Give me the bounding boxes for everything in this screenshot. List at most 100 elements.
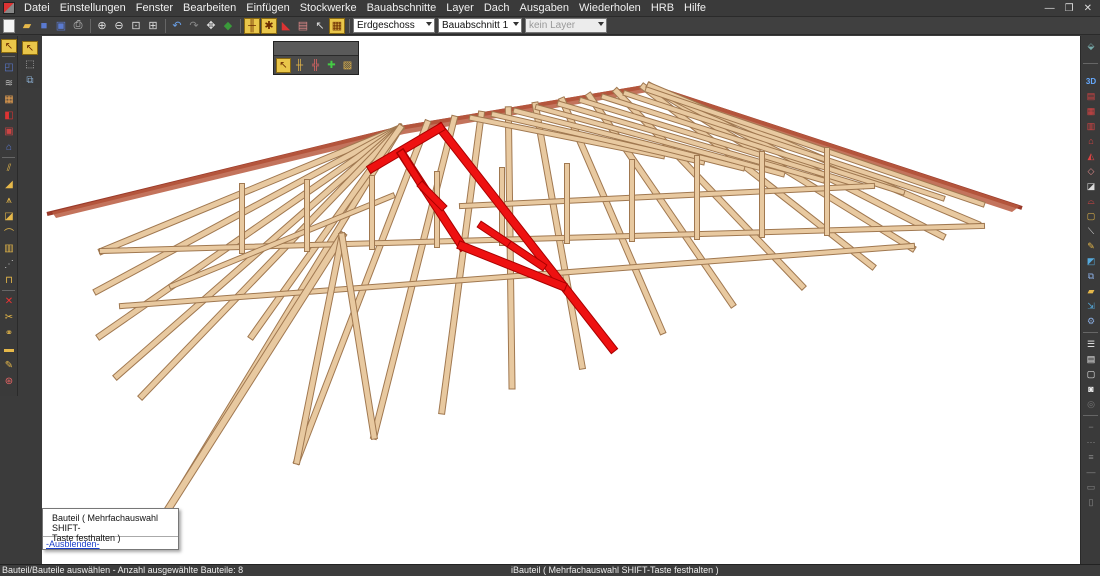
truss-edit-icon[interactable]: ▨ xyxy=(340,58,355,73)
view-icon[interactable]: ⬙ xyxy=(1083,39,1099,53)
truss-icon[interactable]: ╫ xyxy=(244,17,260,34)
select-group-icon[interactable]: ⧉ xyxy=(22,73,38,87)
menu-hilfe[interactable]: Hilfe xyxy=(679,0,711,17)
zoom-in-icon[interactable]: ⊕ xyxy=(94,18,110,34)
3d-viewport[interactable] xyxy=(42,36,1080,564)
door-icon[interactable]: ▣ xyxy=(1,124,17,138)
section-icon[interactable]: ▤ xyxy=(295,18,311,34)
stud-wall-icon[interactable]: ▥ xyxy=(1,241,17,255)
truss-green-icon[interactable]: ✚ xyxy=(324,58,339,73)
zoom-window-icon[interactable]: ⊡ xyxy=(128,18,144,34)
roof-view-icon[interactable]: ◭ xyxy=(1083,149,1099,163)
pan-icon[interactable]: ✥ xyxy=(203,18,219,34)
print-icon[interactable]: ⎙ xyxy=(70,18,86,34)
menu-fenster[interactable]: Fenster xyxy=(131,0,178,17)
layer-icon[interactable]: ▦ xyxy=(329,17,345,34)
zoom-out-icon[interactable]: ⊖ xyxy=(111,18,127,34)
app-logo-icon[interactable] xyxy=(3,2,15,14)
menu-bearbeiten[interactable]: Bearbeiten xyxy=(178,0,241,17)
open-folder-icon[interactable]: ▰ xyxy=(19,18,35,34)
split-icon[interactable]: ✂ xyxy=(1,310,17,324)
fill-tool-icon[interactable]: ▭ xyxy=(1083,480,1099,494)
zoom-all-icon[interactable]: ⊞ xyxy=(145,18,161,34)
measure-icon[interactable]: ▬ xyxy=(1,342,17,356)
edit-icon[interactable]: ✎ xyxy=(1,358,17,372)
menu-ausgaben[interactable]: Ausgaben xyxy=(515,0,575,17)
record-icon[interactable]: ◙ xyxy=(1083,382,1099,396)
walls-view-icon[interactable]: ▦ xyxy=(1083,104,1099,118)
walls-alt-icon[interactable]: ▥ xyxy=(1083,119,1099,133)
restore-button[interactable]: ❐ xyxy=(1065,3,1074,14)
3d-view-icon[interactable]: 3D xyxy=(1083,74,1099,88)
dash-tool-icon[interactable]: ⋯ xyxy=(1083,435,1099,449)
floor-plan-icon[interactable]: ▤ xyxy=(1083,89,1099,103)
menu-stockwerke[interactable]: Stockwerke xyxy=(295,0,362,17)
new-file-icon[interactable] xyxy=(3,18,15,33)
purlin-icon[interactable]: ◢ xyxy=(1,177,17,191)
menu-layer[interactable]: Layer xyxy=(441,0,479,17)
save-icon[interactable]: ■ xyxy=(36,18,52,34)
undo-icon[interactable]: ↶ xyxy=(169,18,185,34)
menu-einstellungen[interactable]: Einstellungen xyxy=(55,0,131,17)
mirror-icon[interactable]: ⊛ xyxy=(1,374,17,388)
wall-icon[interactable]: ◰ xyxy=(1,60,17,74)
select-window-icon[interactable]: ⬚ xyxy=(22,57,38,71)
dome-icon[interactable]: ⌓ xyxy=(1083,194,1099,208)
window-icon[interactable]: ◧ xyxy=(1,108,17,122)
menu-einfuegen[interactable]: Einfügen xyxy=(241,0,294,17)
pencil-icon[interactable]: ✎ xyxy=(1083,239,1099,253)
panel-blue-icon[interactable]: ◩ xyxy=(1083,254,1099,268)
house-icon[interactable]: ⌂ xyxy=(1,140,17,154)
save-all-icon[interactable]: ▣ xyxy=(53,18,69,34)
arch-icon[interactable]: ⌒ xyxy=(1,225,17,240)
export-icon[interactable]: ⇲ xyxy=(1083,299,1099,313)
erase-view-icon[interactable]: ◇ xyxy=(1083,164,1099,178)
minus-tool-icon[interactable]: − xyxy=(1083,420,1099,434)
layer-select[interactable]: kein Layer xyxy=(525,18,607,33)
copy-icon[interactable]: ⧉ xyxy=(1083,269,1099,283)
border-tool-icon[interactable]: ▯ xyxy=(1083,495,1099,509)
section-select[interactable]: Bauabschnitt 1 xyxy=(438,18,522,33)
menu-datei[interactable]: Datei xyxy=(19,0,55,17)
storey-select[interactable]: Erdgeschoss xyxy=(353,18,435,33)
layers-icon[interactable]: ≋ xyxy=(1,76,17,90)
folder-open-icon[interactable]: ▰ xyxy=(1083,284,1099,298)
roof-icon[interactable]: ◣ xyxy=(278,18,294,34)
3d-cube-icon[interactable]: ◆ xyxy=(220,18,236,34)
dotted-line-icon[interactable]: ⋰ xyxy=(1,257,17,271)
delete-icon[interactable]: ✕ xyxy=(1,294,17,308)
gear-icon[interactable]: ⚙ xyxy=(1083,314,1099,328)
line-tool-icon[interactable]: — xyxy=(1083,465,1099,479)
blank-page-icon[interactable]: ▢ xyxy=(1083,367,1099,381)
list-icon[interactable]: ☰ xyxy=(1083,337,1099,351)
table-icon[interactable]: ▤ xyxy=(1083,352,1099,366)
truss-single-icon[interactable]: ╫ xyxy=(292,58,307,73)
close-button[interactable]: ✕ xyxy=(1084,3,1092,14)
collar-icon[interactable]: ⩚ xyxy=(1,193,17,207)
pointer-select-icon[interactable]: ↖ xyxy=(22,41,38,55)
panel-icon[interactable]: ▢ xyxy=(1083,209,1099,223)
redo-icon[interactable]: ↷ xyxy=(186,18,202,34)
minimize-button[interactable]: — xyxy=(1045,3,1055,14)
roof-truss-model[interactable] xyxy=(42,36,1080,564)
pointer-icon[interactable]: ↖ xyxy=(276,58,291,73)
frame-icon[interactable]: ⊓ xyxy=(1,273,17,287)
floating-toolbar-titlebar[interactable] xyxy=(274,42,358,56)
menu-bauabschnitte[interactable]: Bauabschnitte xyxy=(362,0,442,17)
pointer-icon[interactable]: ↖ xyxy=(312,18,328,34)
join-icon[interactable]: ⚭ xyxy=(1,326,17,340)
truss-alt-icon[interactable]: ✱ xyxy=(261,17,277,34)
hatch-tool-icon[interactable]: ≡ xyxy=(1083,450,1099,464)
grid-icon[interactable]: ▦ xyxy=(1,92,17,106)
menu-hrb[interactable]: HRB xyxy=(646,0,679,17)
rafter-icon[interactable]: ⫽ xyxy=(1,161,17,175)
truss-multi-icon[interactable]: ╬ xyxy=(308,58,323,73)
section-view-icon[interactable]: ◪ xyxy=(1083,179,1099,193)
beam-icon[interactable]: ◪ xyxy=(1,209,17,223)
house-view-icon[interactable]: ⌂ xyxy=(1083,134,1099,148)
menu-wiederholen[interactable]: Wiederholen xyxy=(574,0,646,17)
select-pointer-icon[interactable]: ↖ xyxy=(1,39,17,53)
diagonal-icon[interactable]: ⟍ xyxy=(1083,224,1099,238)
menu-dach[interactable]: Dach xyxy=(479,0,515,17)
floating-toolbar[interactable]: ↖ ╫ ╬ ✚ ▨ xyxy=(273,41,359,75)
